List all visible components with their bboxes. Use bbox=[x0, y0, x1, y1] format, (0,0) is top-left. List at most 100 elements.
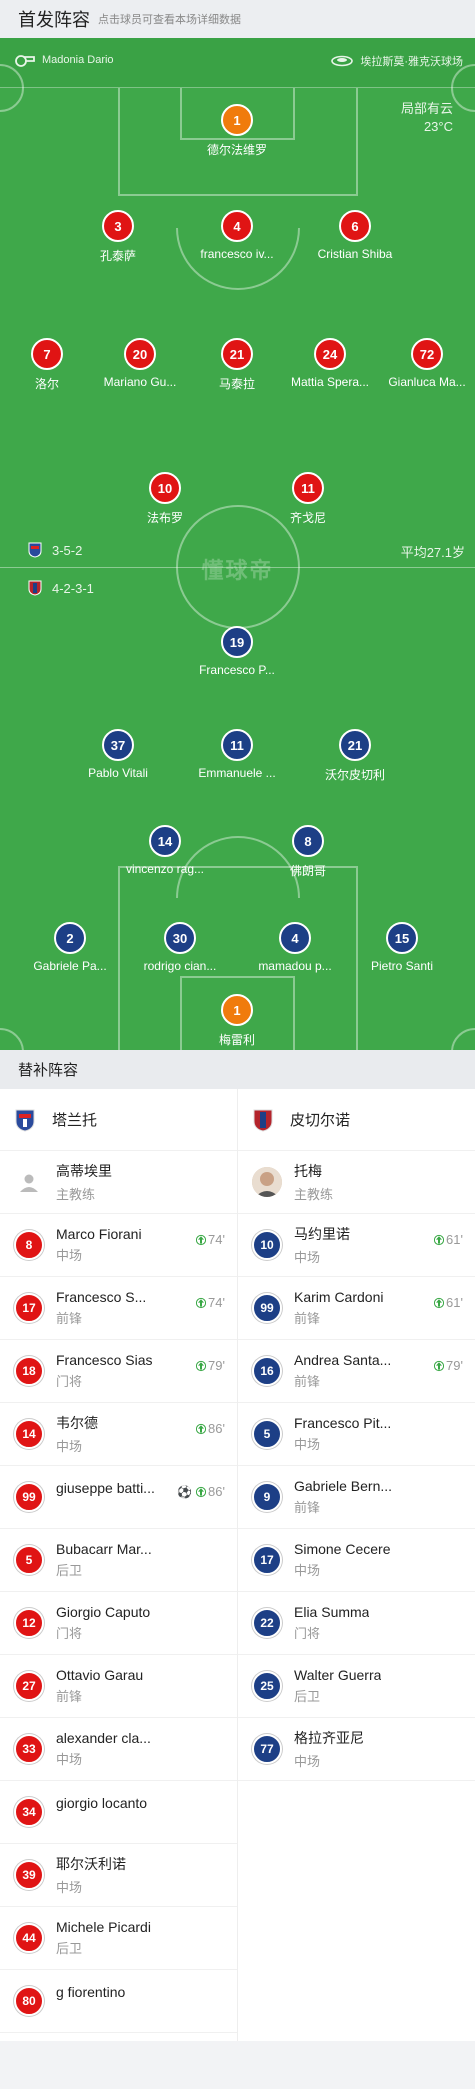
player-number: 72 bbox=[411, 338, 443, 370]
sub-player-row[interactable]: 16 Andrea Santa... 前锋 79' bbox=[238, 1340, 475, 1403]
away-player[interactable]: 15 Pietro Santi bbox=[354, 922, 450, 973]
sub-player-row[interactable]: 17 Simone Cecere 中场 bbox=[238, 1529, 475, 1592]
away-team-row[interactable]: 皮切尔诺 bbox=[238, 1089, 475, 1151]
away-player[interactable]: 11 Emmanuele ... bbox=[189, 729, 285, 780]
home-player[interactable]: 3 孔泰萨 bbox=[70, 210, 166, 264]
sub-player-row[interactable]: 80 g fiorentino bbox=[0, 1970, 237, 2033]
sub-in-time: 86' bbox=[196, 1421, 225, 1436]
sub-player-row[interactable]: 27 Ottavio Garau 前锋 bbox=[0, 1655, 237, 1718]
sub-player-position: 中场 bbox=[56, 1880, 83, 1895]
player-number: 21 bbox=[339, 729, 371, 761]
sub-player-row[interactable]: 99 Karim Cardoni 前锋 61' bbox=[238, 1277, 475, 1340]
sub-player-row[interactable]: 10 马约里诺 中场 61' bbox=[238, 1214, 475, 1277]
sub-player-number: 10 bbox=[252, 1230, 282, 1260]
sub-player-row[interactable]: 14 韦尔德 中场 86' bbox=[0, 1403, 237, 1466]
sub-player-row[interactable]: 5 Bubacarr Mar... 后卫 bbox=[0, 1529, 237, 1592]
sub-player-number: 33 bbox=[14, 1734, 44, 1764]
sub-player-position: 中场 bbox=[294, 1563, 321, 1578]
home-formation: 3-5-2 bbox=[28, 542, 82, 558]
away-coach-name: 托梅 bbox=[294, 1163, 322, 1179]
sub-in-minute: 74' bbox=[208, 1232, 225, 1247]
away-coach-row[interactable]: 托梅 主教练 bbox=[238, 1151, 475, 1214]
home-player[interactable]: 72 Gianluca Ma... bbox=[379, 338, 475, 389]
sub-player-number: 12 bbox=[14, 1608, 44, 1638]
home-crest-icon bbox=[28, 542, 42, 558]
referee-name: Madonia Dario bbox=[42, 54, 114, 66]
sub-player-number: 17 bbox=[14, 1293, 44, 1323]
sub-player-row[interactable]: 99 giuseppe batti... ⚽ 86' bbox=[0, 1466, 237, 1529]
home-team-row[interactable]: 塔兰托 bbox=[0, 1089, 237, 1151]
player-name: Mattia Spera... bbox=[290, 375, 370, 389]
sub-player-position: 中场 bbox=[56, 1439, 83, 1454]
sub-player-name: Ottavio Garau bbox=[56, 1667, 144, 1683]
home-player[interactable]: 21 马泰拉 bbox=[189, 338, 285, 392]
sub-player-row[interactable]: 5 Francesco Pit... 中场 bbox=[238, 1403, 475, 1466]
sub-player-row[interactable]: 39 耶尔沃利诺 中场 bbox=[0, 1844, 237, 1907]
away-coach-role: 主教练 bbox=[294, 1187, 334, 1202]
sub-player-row[interactable]: 44 Michele Picardi 后卫 bbox=[0, 1907, 237, 1970]
referee-info: Madonia Dario bbox=[14, 53, 114, 67]
sub-player-number: 39 bbox=[14, 1860, 44, 1890]
home-team-crest-icon bbox=[15, 1109, 35, 1132]
away-player[interactable]: 21 沃尔皮切利 bbox=[307, 729, 403, 783]
home-player[interactable]: 7 洛尔 bbox=[0, 338, 95, 392]
sub-player-row[interactable]: 22 Elia Summa 门将 bbox=[238, 1592, 475, 1655]
home-player[interactable]: 6 Cristian Shiba bbox=[307, 210, 403, 261]
home-player[interactable]: 11 齐戈尼 bbox=[260, 472, 356, 526]
home-player[interactable]: 4 francesco iv... bbox=[189, 210, 285, 261]
lineup-title: 首发阵容 bbox=[18, 10, 90, 30]
player-number: 4 bbox=[221, 210, 253, 242]
sub-player-name: g fiorentino bbox=[56, 1984, 126, 2000]
sub-player-row[interactable]: 18 Francesco Sias 门将 79' bbox=[0, 1340, 237, 1403]
home-player[interactable]: 10 法布罗 bbox=[117, 472, 213, 526]
player-name: Pietro Santi bbox=[370, 959, 434, 973]
home-player[interactable]: 24 Mattia Spera... bbox=[282, 338, 378, 389]
sub-player-row[interactable]: 25 Walter Guerra 后卫 bbox=[238, 1655, 475, 1718]
away-player[interactable]: 14 vincenzo rag... bbox=[117, 825, 213, 876]
player-name: 梅雷利 bbox=[218, 1033, 255, 1047]
home-player[interactable]: 1 德尔法维罗 bbox=[189, 104, 285, 158]
sub-player-name: Simone Cecere bbox=[294, 1541, 391, 1557]
home-coach-row[interactable]: 高蒂埃里 主教练 bbox=[0, 1151, 237, 1214]
player-number: 19 bbox=[221, 626, 253, 658]
player-number: 30 bbox=[164, 922, 196, 954]
sub-player-position: 中场 bbox=[294, 1437, 321, 1452]
player-name: Gianluca Ma... bbox=[388, 375, 466, 389]
home-player[interactable]: 20 Mariano Gu... bbox=[92, 338, 188, 389]
sub-in-icon bbox=[434, 1234, 446, 1246]
sub-player-name: Walter Guerra bbox=[294, 1667, 382, 1683]
home-coach-avatar bbox=[14, 1167, 44, 1197]
home-coach-role: 主教练 bbox=[56, 1187, 96, 1202]
away-player[interactable]: 19 Francesco P... bbox=[189, 626, 285, 677]
sub-player-row[interactable]: 34 giorgio locanto bbox=[0, 1781, 237, 1844]
home-team-name: 塔兰托 bbox=[52, 1112, 98, 1129]
sub-player-row[interactable]: 17 Francesco S... 前锋 74' bbox=[0, 1277, 237, 1340]
sub-in-icon bbox=[196, 1234, 208, 1246]
sub-in-minute: 61' bbox=[446, 1232, 463, 1247]
sub-player-row[interactable]: 33 alexander cla... 中场 bbox=[0, 1718, 237, 1781]
away-player[interactable]: 30 rodrigo cian... bbox=[132, 922, 228, 973]
away-player[interactable]: 1 梅雷利 bbox=[189, 994, 285, 1048]
sub-player-row[interactable]: 8 Marco Fiorani 中场 74' bbox=[0, 1214, 237, 1277]
sub-player-number: 16 bbox=[252, 1356, 282, 1386]
goal-icon: ⚽ bbox=[177, 1484, 193, 1499]
player-name: 齐戈尼 bbox=[289, 511, 326, 525]
away-player[interactable]: 8 佛朗哥 bbox=[260, 825, 356, 879]
sub-in-minute: 74' bbox=[208, 1295, 225, 1310]
away-coach-avatar bbox=[252, 1167, 282, 1197]
player-name: Cristian Shiba bbox=[317, 247, 393, 261]
sub-player-row[interactable]: 12 Giorgio Caputo 门将 bbox=[0, 1592, 237, 1655]
sub-player-number: 99 bbox=[252, 1293, 282, 1323]
player-number: 11 bbox=[221, 729, 253, 761]
away-player[interactable]: 2 Gabriele Pa... bbox=[22, 922, 118, 973]
sub-player-row[interactable]: 77 格拉齐亚尼 中场 bbox=[238, 1718, 475, 1781]
player-name: Gabriele Pa... bbox=[33, 959, 107, 973]
sub-player-name: Bubacarr Mar... bbox=[56, 1541, 152, 1557]
sub-in-time: 79' bbox=[196, 1358, 225, 1373]
away-player[interactable]: 37 Pablo Vitali bbox=[70, 729, 166, 780]
sub-player-position: 中场 bbox=[56, 1752, 83, 1767]
lineup-hint: 点击球员可查看本场详细数据 bbox=[98, 14, 241, 26]
sub-player-row[interactable]: 9 Gabriele Bern... 前锋 bbox=[238, 1466, 475, 1529]
away-player[interactable]: 4 mamadou p... bbox=[247, 922, 343, 973]
sub-in-time: 74' bbox=[196, 1295, 225, 1310]
